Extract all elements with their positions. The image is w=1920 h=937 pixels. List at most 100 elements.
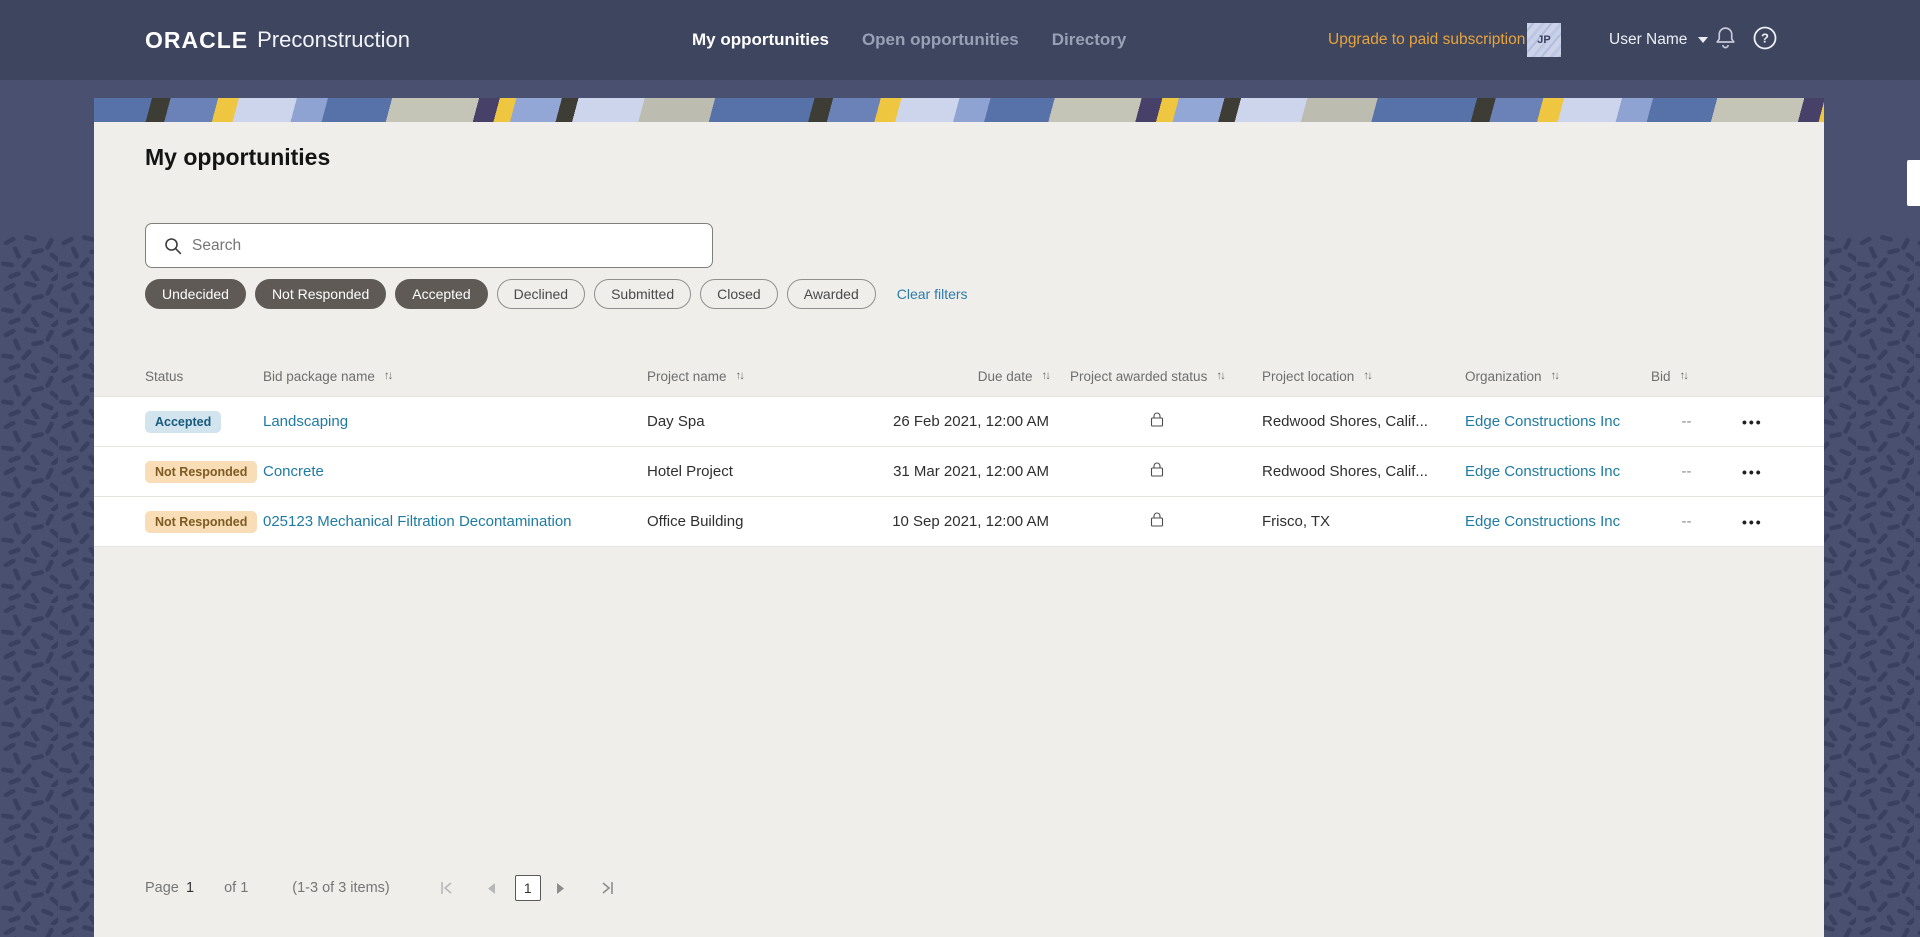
previous-page-button[interactable] — [486, 882, 496, 895]
lock-icon — [1150, 411, 1164, 432]
sort-icon: ↑↓ — [1363, 370, 1372, 382]
filter-pill-accepted[interactable]: Accepted — [395, 279, 488, 309]
decorative-banner — [94, 98, 1824, 122]
notification-bell-button[interactable] — [1714, 0, 1737, 80]
last-page-icon — [602, 882, 613, 894]
svg-text:?: ? — [1761, 30, 1769, 45]
search-box — [145, 223, 713, 268]
row-actions-button[interactable]: ••• — [1742, 514, 1763, 530]
last-page-button[interactable] — [600, 881, 614, 895]
app-header: ORACLE Preconstruction My opportunities … — [0, 0, 1920, 80]
bid-package-link[interactable]: Landscaping — [263, 413, 348, 430]
sort-icon: ↑↓ — [1550, 370, 1560, 382]
column-header-due-date[interactable]: Due date ↑↓ — [854, 369, 1059, 384]
status-badge: Not Responded — [145, 510, 258, 533]
column-header-organization[interactable]: Organization ↑↓ — [1457, 369, 1639, 384]
first-page-button[interactable] — [440, 881, 454, 895]
project-name-text: Hotel Project — [647, 463, 733, 480]
table-row: Not Responded Concrete Hotel Project 31 … — [94, 447, 1824, 497]
table-header-row: Status Bid package name ↑↓ Project name … — [94, 356, 1824, 396]
items-summary: (1-3 of 3 items) — [292, 880, 390, 896]
main-navigation: My opportunities Open opportunities Dire… — [692, 0, 1126, 80]
product-name: Preconstruction — [257, 27, 410, 52]
previous-page-icon — [487, 882, 495, 894]
app-screen: ORACLE Preconstruction My opportunities … — [0, 0, 1920, 937]
page-total-label: of 1 — [224, 880, 249, 896]
project-location-text: Redwood Shores, Calif... — [1262, 463, 1428, 480]
filter-pill-closed[interactable]: Closed — [700, 279, 778, 309]
filter-pill-undecided[interactable]: Undecided — [145, 279, 246, 309]
filter-pill-not-responded[interactable]: Not Responded — [254, 279, 387, 309]
filter-pill-awarded[interactable]: Awarded — [786, 279, 876, 309]
notification-bell-icon — [1714, 25, 1737, 55]
first-page-icon — [440, 882, 452, 894]
column-header-status: Status — [145, 368, 184, 384]
organization-link[interactable]: Edge Constructions Inc — [1465, 513, 1620, 530]
scrollbar-thumb[interactable] — [1907, 160, 1920, 206]
nav-directory[interactable]: Directory — [1052, 30, 1127, 50]
current-page-number: 1 — [186, 880, 195, 896]
opportunities-table: Status Bid package name ↑↓ Project name … — [94, 356, 1824, 547]
due-date-text: 26 Feb 2021, 12:00 AM — [893, 413, 1049, 430]
help-icon: ? — [1752, 25, 1778, 56]
column-header-bid-package-name[interactable]: Bid package name ↑↓ — [263, 369, 647, 384]
organization-link[interactable]: Edge Constructions Inc — [1465, 413, 1620, 430]
bid-value: -- — [1681, 413, 1692, 430]
sort-icon: ↑↓ — [1216, 370, 1225, 382]
filter-pill-submitted[interactable]: Submitted — [594, 279, 692, 309]
project-location-text: Frisco, TX — [1262, 513, 1331, 530]
due-date-text: 31 Mar 2021, 12:00 AM — [893, 463, 1049, 480]
table-row: Not Responded 025123 Mechanical Filtrati… — [94, 497, 1824, 547]
search-input[interactable] — [192, 236, 700, 255]
user-name-label: User Name — [1609, 31, 1688, 48]
table-row: Accepted Landscaping Day Spa 26 Feb 2021… — [94, 397, 1824, 447]
project-name-text: Day Spa — [647, 413, 705, 430]
ellipsis-icon: ••• — [1742, 413, 1763, 430]
sort-icon: ↑↓ — [1679, 370, 1689, 382]
row-actions-button[interactable]: ••• — [1742, 464, 1763, 480]
content-panel: My opportunities Undecided Not Responded… — [94, 98, 1824, 937]
status-filter-pills: Undecided Not Responded Accepted Decline… — [145, 279, 968, 309]
sort-icon: ↑↓ — [735, 370, 745, 382]
ellipsis-icon: ••• — [1742, 463, 1763, 480]
upgrade-subscription-link[interactable]: Upgrade to paid subscription — [1328, 0, 1525, 80]
page-label: Page — [145, 880, 179, 896]
row-actions-button[interactable]: ••• — [1742, 414, 1763, 430]
lock-icon — [1150, 511, 1164, 532]
column-header-project-name[interactable]: Project name ↑↓ — [647, 369, 854, 384]
next-page-button[interactable] — [556, 882, 566, 895]
pagination-bar: Page 1 of 1 (1-3 of 3 items) 1 — [94, 873, 1824, 903]
status-badge: Not Responded — [145, 460, 258, 483]
avatar[interactable]: JP — [1527, 23, 1561, 57]
bid-package-link[interactable]: Concrete — [263, 463, 324, 480]
column-header-bid[interactable]: Bid ↑↓ — [1639, 369, 1734, 384]
page-number-button[interactable]: 1 — [514, 875, 541, 901]
sort-icon: ↑↓ — [1041, 370, 1051, 382]
help-button[interactable]: ? — [1752, 0, 1778, 80]
column-header-project-awarded-status[interactable]: Project awarded status ↑↓ — [1059, 369, 1254, 384]
project-name-text: Office Building — [647, 513, 744, 530]
sort-icon: ↑↓ — [383, 370, 393, 382]
page-title: My opportunities — [145, 144, 331, 170]
search-icon — [165, 237, 182, 254]
bid-package-link[interactable]: 025123 Mechanical Filtration Decontamina… — [263, 513, 572, 530]
ellipsis-icon: ••• — [1742, 513, 1763, 530]
organization-link[interactable]: Edge Constructions Inc — [1465, 463, 1620, 480]
next-page-icon — [556, 882, 564, 894]
bid-value: -- — [1681, 463, 1692, 480]
nav-my-opportunities[interactable]: My opportunities — [692, 30, 829, 50]
due-date-text: 10 Sep 2021, 12:00 AM — [892, 513, 1049, 530]
status-badge: Accepted — [145, 410, 222, 433]
project-location-text: Redwood Shores, Calif... — [1262, 413, 1428, 430]
lock-icon — [1150, 461, 1164, 482]
clear-filters-link[interactable]: Clear filters — [897, 286, 968, 302]
oracle-preconstruction-logo[interactable]: ORACLE Preconstruction — [145, 0, 410, 80]
oracle-wordmark: ORACLE — [145, 26, 249, 53]
nav-open-opportunities[interactable]: Open opportunities — [862, 30, 1019, 50]
user-menu[interactable]: User Name — [1609, 0, 1709, 80]
chevron-down-icon — [1697, 31, 1709, 49]
table-body: Accepted Landscaping Day Spa 26 Feb 2021… — [94, 396, 1824, 547]
bid-value: -- — [1681, 513, 1692, 530]
column-header-project-location[interactable]: Project location ↑↓ — [1254, 369, 1457, 384]
filter-pill-declined[interactable]: Declined — [496, 279, 586, 309]
